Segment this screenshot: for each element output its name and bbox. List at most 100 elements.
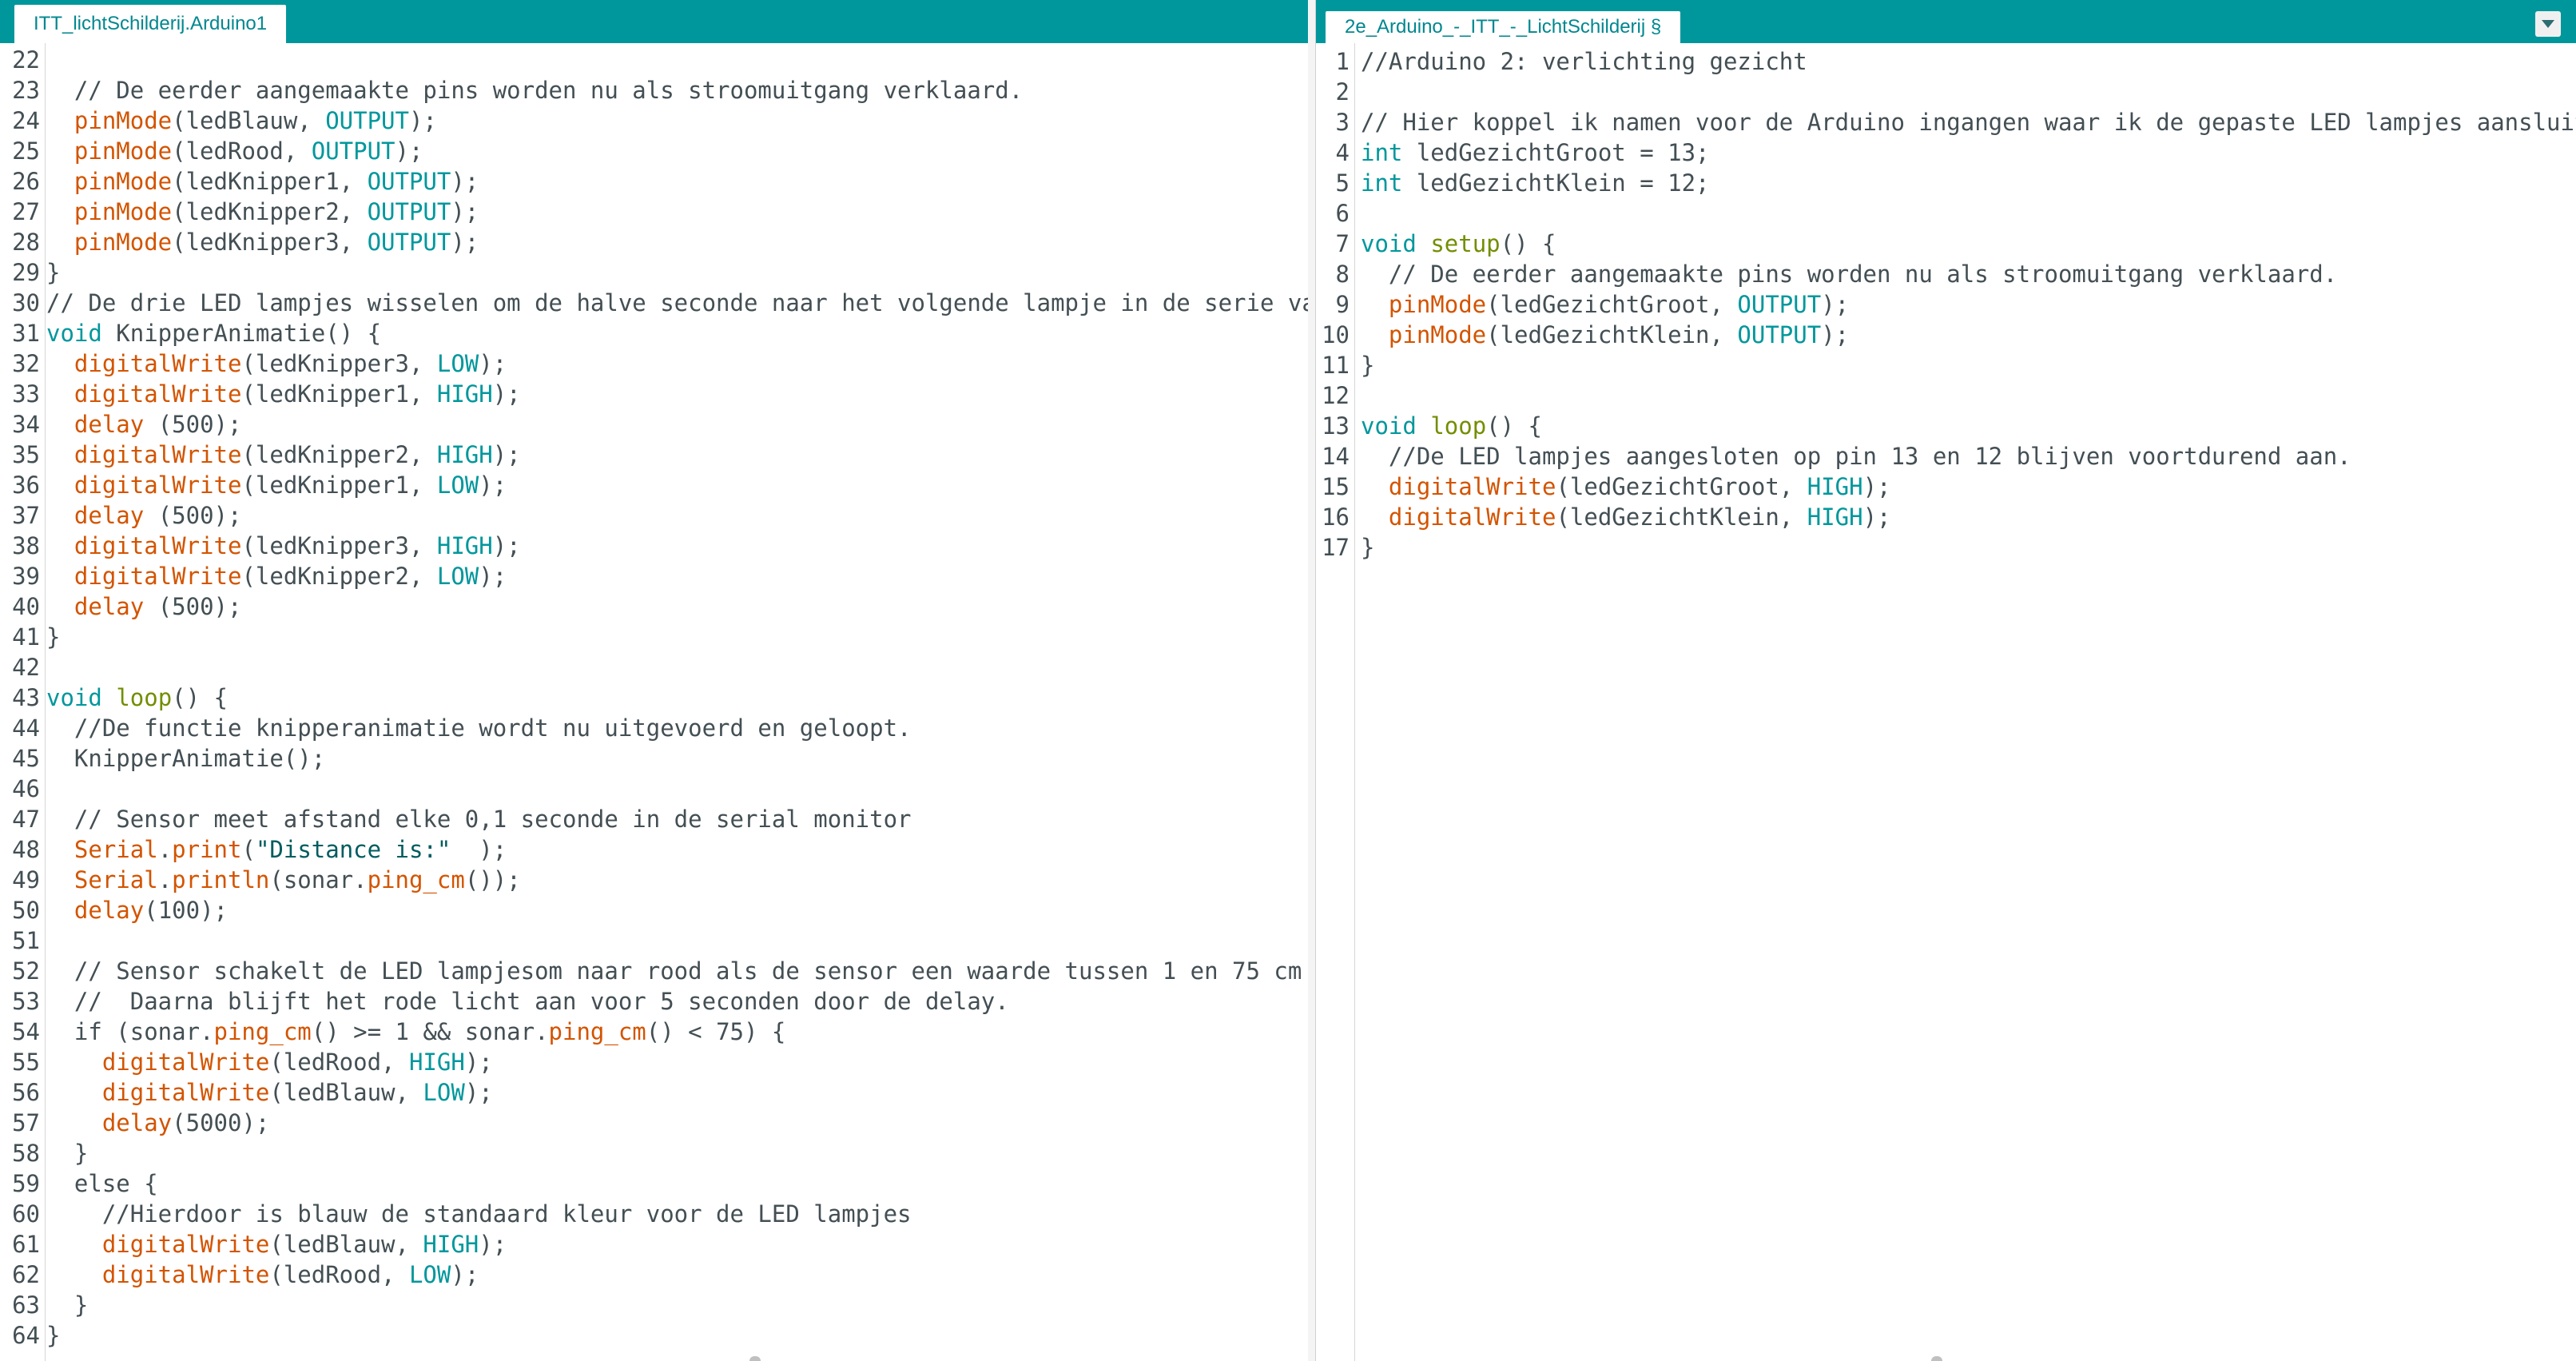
code-line[interactable]: 27 pinMode(ledKnipper2, OUTPUT); (0, 197, 1308, 227)
line-number: 62 (12, 1261, 40, 1288)
code-line[interactable]: 5 int ledGezichtKlein = 12; (1316, 168, 2576, 198)
code-text: int ledGezichtKlein = 12; (1361, 169, 1710, 197)
right-tab-bar: 2e_Arduino_-_ITT_-_LichtSchilderij § (1316, 0, 2576, 43)
line-number: 16 (1322, 503, 1350, 531)
code-line[interactable]: 10 pinMode(ledGezichtKlein, OUTPUT); (1316, 320, 2576, 350)
line-number: 25 (12, 137, 40, 165)
code-line[interactable]: 36 digitalWrite(ledKnipper1, LOW); (0, 470, 1308, 500)
code-text: pinMode(ledBlauw, OUTPUT); (74, 107, 437, 134)
code-line[interactable]: 11} (1316, 350, 2576, 380)
code-line[interactable]: 49 Serial.println(sonar.ping_cm()); (0, 865, 1308, 895)
code-line[interactable]: 30// De drie LED lampjes wisselen om de … (0, 288, 1308, 318)
line-number: 6 (1335, 200, 1350, 227)
left-resize-grip[interactable] (749, 1356, 761, 1361)
right-resize-grip[interactable] (1931, 1356, 1942, 1361)
tab-menu-button[interactable] (2535, 11, 2561, 37)
line-number: 29 (12, 259, 40, 286)
code-line[interactable]: 59 else { (0, 1168, 1308, 1199)
code-line[interactable]: 7 void setup() { (1316, 229, 2576, 259)
code-line[interactable]: 51 (0, 925, 1308, 956)
code-line[interactable]: 6 (1316, 198, 2576, 229)
right-editor-pane: 2e_Arduino_-_ITT_-_LichtSchilderij § 1 //… (1315, 0, 2576, 1361)
code-line[interactable]: 45 KnipperAnimatie(); (0, 743, 1308, 774)
line-number: 37 (12, 502, 40, 529)
code-line[interactable]: 47 // Sensor meet afstand elke 0,1 secon… (0, 804, 1308, 834)
code-line[interactable]: 9 pinMode(ledGezichtGroot, OUTPUT); (1316, 289, 2576, 320)
code-line[interactable]: 41} (0, 622, 1308, 652)
code-line[interactable]: 32 digitalWrite(ledKnipper3, LOW); (0, 348, 1308, 379)
code-line[interactable]: 40 delay (500); (0, 591, 1308, 622)
line-number: 60 (12, 1200, 40, 1228)
code-line[interactable]: 58 } (0, 1138, 1308, 1168)
code-line[interactable]: 23 // De eerder aangemaakte pins worden … (0, 75, 1308, 105)
code-line[interactable]: 4 int ledGezichtGroot = 13; (1316, 137, 2576, 168)
code-text: // De eerder aangemaakte pins worden nu … (46, 77, 1024, 104)
code-line[interactable]: 25 pinMode(ledRood, OUTPUT); (0, 136, 1308, 166)
code-text: } (46, 1322, 61, 1349)
code-line[interactable]: 48 Serial.print("Distance is:" ); (0, 834, 1308, 865)
line-number: 24 (12, 107, 40, 134)
code-line[interactable]: 1 //Arduino 2: verlichting gezicht (1316, 46, 2576, 77)
code-line[interactable]: 16 digitalWrite(ledGezichtKlein, HIGH); (1316, 502, 2576, 532)
code-line[interactable]: 35 digitalWrite(ledKnipper2, HIGH); (0, 440, 1308, 470)
right-code-editor[interactable]: 1 //Arduino 2: verlichting gezicht 2 3 // Hi… (1316, 46, 2576, 563)
code-line[interactable]: 53 // Daarna blijft het rode licht aan v… (0, 986, 1308, 1017)
code-line[interactable]: 15 digitalWrite(ledGezichtGroot, HIGH); (1316, 472, 2576, 502)
left-code-editor[interactable]: 22 23 // De eerder aangemaakte pins worde… (0, 45, 1308, 1351)
line-number: 56 (12, 1079, 40, 1106)
code-line[interactable]: 12 (1316, 380, 2576, 411)
line-number: 4 (1335, 139, 1350, 166)
code-line[interactable]: 54 if (sonar.ping_cm() >= 1 && sonar.pin… (0, 1017, 1308, 1047)
code-text: delay (500); (74, 593, 242, 620)
code-line[interactable]: 38 digitalWrite(ledKnipper3, HIGH); (0, 531, 1308, 561)
code-line[interactable]: 64} (0, 1320, 1308, 1351)
code-text: } (46, 1140, 89, 1167)
code-line[interactable]: 34 delay (500); (0, 409, 1308, 440)
pane-splitter[interactable] (1308, 0, 1315, 1361)
code-text: delay(100); (74, 897, 228, 924)
code-line[interactable]: 50 delay(100); (0, 895, 1308, 925)
code-line[interactable]: 52 // Sensor schakelt de LED lampjesom n… (0, 956, 1308, 986)
code-line[interactable]: 2 (1316, 77, 2576, 107)
line-number: 52 (12, 957, 40, 985)
code-text: void loop() { (1361, 412, 1542, 440)
tab-2e-arduino[interactable]: 2e_Arduino_-_ITT_-_LichtSchilderij § (1326, 11, 1681, 43)
code-line[interactable]: 29} (0, 257, 1308, 288)
code-line[interactable]: 3 // Hier koppel ik namen voor de Arduino… (1316, 107, 2576, 137)
line-number: 46 (12, 775, 40, 802)
line-number: 45 (12, 745, 40, 772)
code-line[interactable]: 14 //De LED lampjes aangesloten op pin 1… (1316, 441, 2576, 472)
code-line[interactable]: 46 (0, 774, 1308, 804)
code-line[interactable]: 37 delay (500); (0, 500, 1308, 531)
code-line[interactable]: 39 digitalWrite(ledKnipper2, LOW); (0, 561, 1308, 591)
code-line[interactable]: 26 pinMode(ledKnipper1, OUTPUT); (0, 166, 1308, 197)
code-text: void loop() { (46, 684, 228, 711)
code-line[interactable]: 44 //De functie knipperanimatie wordt nu… (0, 713, 1308, 743)
code-text: } (1361, 534, 1375, 561)
code-line[interactable]: 57 delay(5000); (0, 1108, 1308, 1138)
code-line[interactable]: 13 void loop() { (1316, 411, 2576, 441)
code-line[interactable]: 43 void loop() { (0, 682, 1308, 713)
code-line[interactable]: 62 digitalWrite(ledRood, LOW); (0, 1260, 1308, 1290)
code-line[interactable]: 42 (0, 652, 1308, 682)
tab-itt-lichtschilderij[interactable]: ITT_lichtSchilderij.Arduino1 (14, 5, 287, 43)
line-number: 59 (12, 1170, 40, 1197)
code-line[interactable]: 24 pinMode(ledBlauw, OUTPUT); (0, 105, 1308, 136)
code-line[interactable]: 55 digitalWrite(ledRood, HIGH); (0, 1047, 1308, 1077)
code-line[interactable]: 61 digitalWrite(ledBlauw, HIGH); (0, 1229, 1308, 1260)
code-text: digitalWrite(ledGezichtKlein, HIGH); (1388, 503, 1891, 531)
code-line[interactable]: 33 digitalWrite(ledKnipper1, HIGH); (0, 379, 1308, 409)
code-line[interactable]: 22 (0, 45, 1308, 75)
code-text: Serial.println(sonar.ping_cm()); (74, 866, 521, 893)
code-line[interactable]: 31 void KnipperAnimatie() { (0, 318, 1308, 348)
line-number: 57 (12, 1109, 40, 1136)
code-line[interactable]: 28 pinMode(ledKnipper3, OUTPUT); (0, 227, 1308, 257)
code-line[interactable]: 60 //Hierdoor is blauw de standaard kleu… (0, 1199, 1308, 1229)
code-line[interactable]: 8 // De eerder aangemaakte pins worden n… (1316, 259, 2576, 289)
code-line[interactable]: 56 digitalWrite(ledBlauw, LOW); (0, 1077, 1308, 1108)
line-number: 48 (12, 836, 40, 863)
code-line[interactable]: 17} (1316, 532, 2576, 563)
code-line[interactable]: 63 } (0, 1290, 1308, 1320)
